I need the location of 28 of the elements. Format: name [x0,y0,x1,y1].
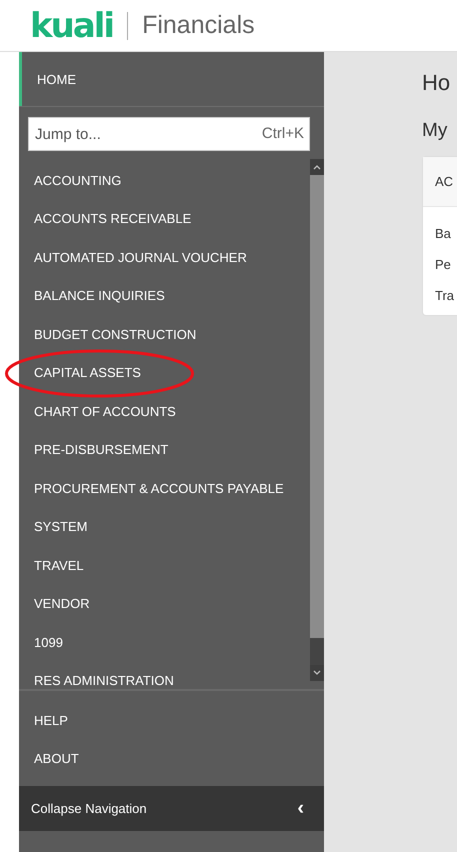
nav-item[interactable]: TRAVEL [19,546,310,584]
nav-item[interactable]: PROCUREMENT & ACCOUNTS PAYABLE [19,469,310,508]
nav-item[interactable]: SYSTEM [19,508,310,546]
nav-item[interactable]: PRE-DISBURSEMENT [19,430,310,469]
nav-item[interactable]: CHART OF ACCOUNTS [19,392,310,430]
scroll-down-icon[interactable] [313,670,321,676]
nav-item[interactable]: 1099 [19,623,310,662]
nav-item[interactable]: ABOUT [19,740,324,778]
product-name: Financials [142,11,255,40]
page-title: Ho [422,70,452,97]
scroll-up-icon[interactable] [313,164,321,170]
card-link[interactable]: Pe [423,249,457,280]
nav-item[interactable]: AUTOMATED JOURNAL VOUCHER [19,238,310,276]
card-title: AC [423,157,457,207]
card-link[interactable]: Tra [423,280,457,311]
nav-item[interactable]: ACCOUNTING [19,161,310,200]
nav-item[interactable]: RES ADMINISTRATION [19,662,310,689]
nav-item[interactable]: ACCOUNTS RECEIVABLE [19,200,310,238]
shortcut-hint: Ctrl+K [262,125,304,142]
section-title: My [422,120,448,143]
nav-item[interactable]: VENDOR [19,584,310,623]
collapse-navigation-button[interactable]: Collapse Navigation ‹ [19,786,324,831]
scrollbar[interactable] [310,159,324,681]
nav-item[interactable]: BALANCE INQUIRIES [19,276,310,315]
nav-item[interactable]: HELP [19,701,324,740]
card-link[interactable]: Ba [423,218,457,249]
nav-item[interactable]: BUDGET CONSTRUCTION [19,315,310,354]
nav-item[interactable]: CAPITAL ASSETS [19,354,310,392]
